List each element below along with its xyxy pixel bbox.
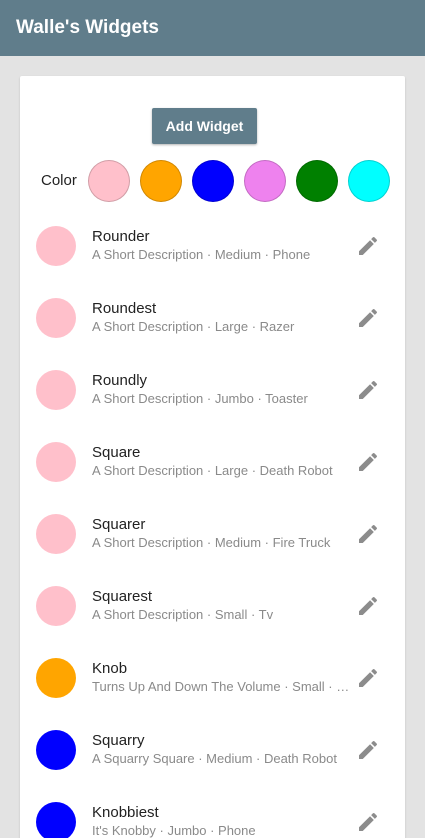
widget-list: Rounder A Short Description · Medium · Ph… xyxy=(20,210,405,838)
color-swatch-violet[interactable] xyxy=(244,160,286,202)
edit-widget-button[interactable] xyxy=(356,738,380,762)
widget-color-avatar xyxy=(36,442,76,482)
widget-description: Turns Up And Down The Volume · Small · R… xyxy=(92,679,352,694)
widget-description: A Short Description · Large · Razer xyxy=(92,319,295,334)
edit-widget-button[interactable] xyxy=(356,378,380,402)
pencil-icon xyxy=(356,234,380,258)
app-title: Walle's Widgets xyxy=(16,17,160,38)
pencil-icon xyxy=(356,810,380,834)
list-item[interactable]: Squarry A Squarry Square · Medium · Death… xyxy=(20,714,405,786)
list-item[interactable]: Roundly A Short Description · Jumbo · Toa… xyxy=(20,354,405,426)
pencil-icon xyxy=(356,378,380,402)
color-swatch-green[interactable] xyxy=(296,160,338,202)
widget-description: A Short Description · Large · Death Robo… xyxy=(92,463,333,478)
list-item[interactable]: Squarest A Short Description · Small · Tv xyxy=(20,570,405,642)
widget-description: A Squarry Square · Medium · Death Robot xyxy=(92,751,337,766)
color-filter-label: Color xyxy=(41,172,77,189)
pencil-icon xyxy=(356,306,380,330)
pencil-icon xyxy=(356,738,380,762)
widget-name: Square xyxy=(92,444,141,461)
widget-color-avatar xyxy=(36,514,76,554)
color-filter: Color xyxy=(20,160,405,202)
edit-widget-button[interactable] xyxy=(356,594,380,618)
widget-color-avatar xyxy=(36,802,76,838)
add-widget-button[interactable]: Add Widget xyxy=(152,108,257,144)
list-item[interactable]: Rounder A Short Description · Medium · Ph… xyxy=(20,210,405,282)
color-swatch-cyan[interactable] xyxy=(348,160,390,202)
widget-color-avatar xyxy=(36,298,76,338)
color-swatch-pink[interactable] xyxy=(88,160,130,202)
edit-widget-button[interactable] xyxy=(356,810,380,834)
widget-description: A Short Description · Medium · Phone xyxy=(92,247,311,262)
edit-widget-button[interactable] xyxy=(356,306,380,330)
edit-widget-button[interactable] xyxy=(356,522,380,546)
color-swatch-blue[interactable] xyxy=(192,160,234,202)
list-item[interactable]: Knob Turns Up And Down The Volume · Small… xyxy=(20,642,405,714)
list-item[interactable]: Knobbiest It's Knobby · Jumbo · Phone xyxy=(20,786,405,838)
pencil-icon xyxy=(356,522,380,546)
widget-name: Squarest xyxy=(92,588,153,605)
widget-color-avatar xyxy=(36,226,76,266)
widget-name: Squarer xyxy=(92,516,146,533)
widget-description: It's Knobby · Jumbo · Phone xyxy=(92,823,256,838)
widget-name: Roundly xyxy=(92,372,148,389)
edit-widget-button[interactable] xyxy=(356,666,380,690)
widget-color-avatar xyxy=(36,370,76,410)
widget-name: Squarry xyxy=(92,732,145,749)
list-item[interactable]: Squarer A Short Description · Medium · Fi… xyxy=(20,498,405,570)
pencil-icon xyxy=(356,450,380,474)
widget-description: A Short Description · Small · Tv xyxy=(92,607,274,622)
list-item[interactable]: Roundest A Short Description · Large · Ra… xyxy=(20,282,405,354)
edit-widget-button[interactable] xyxy=(356,450,380,474)
widget-name: Knobbiest xyxy=(92,804,159,821)
list-item[interactable]: Square A Short Description · Large · Deat… xyxy=(20,426,405,498)
widget-name: Rounder xyxy=(92,228,150,245)
widget-name: Knob xyxy=(92,660,128,677)
widget-color-avatar xyxy=(36,658,76,698)
widget-name: Roundest xyxy=(92,300,157,317)
widget-color-avatar xyxy=(36,730,76,770)
edit-widget-button[interactable] xyxy=(356,234,380,258)
widget-description: A Short Description · Medium · Fire Truc… xyxy=(92,535,331,550)
pencil-icon xyxy=(356,594,380,618)
widget-color-avatar xyxy=(36,586,76,626)
app-bar: Walle's Widgets xyxy=(0,0,425,56)
widgets-card: Add Widget Color Rounder A Short Descript… xyxy=(20,76,405,838)
widget-description: A Short Description · Jumbo · Toaster xyxy=(92,391,308,406)
pencil-icon xyxy=(356,666,380,690)
color-swatch-orange[interactable] xyxy=(140,160,182,202)
